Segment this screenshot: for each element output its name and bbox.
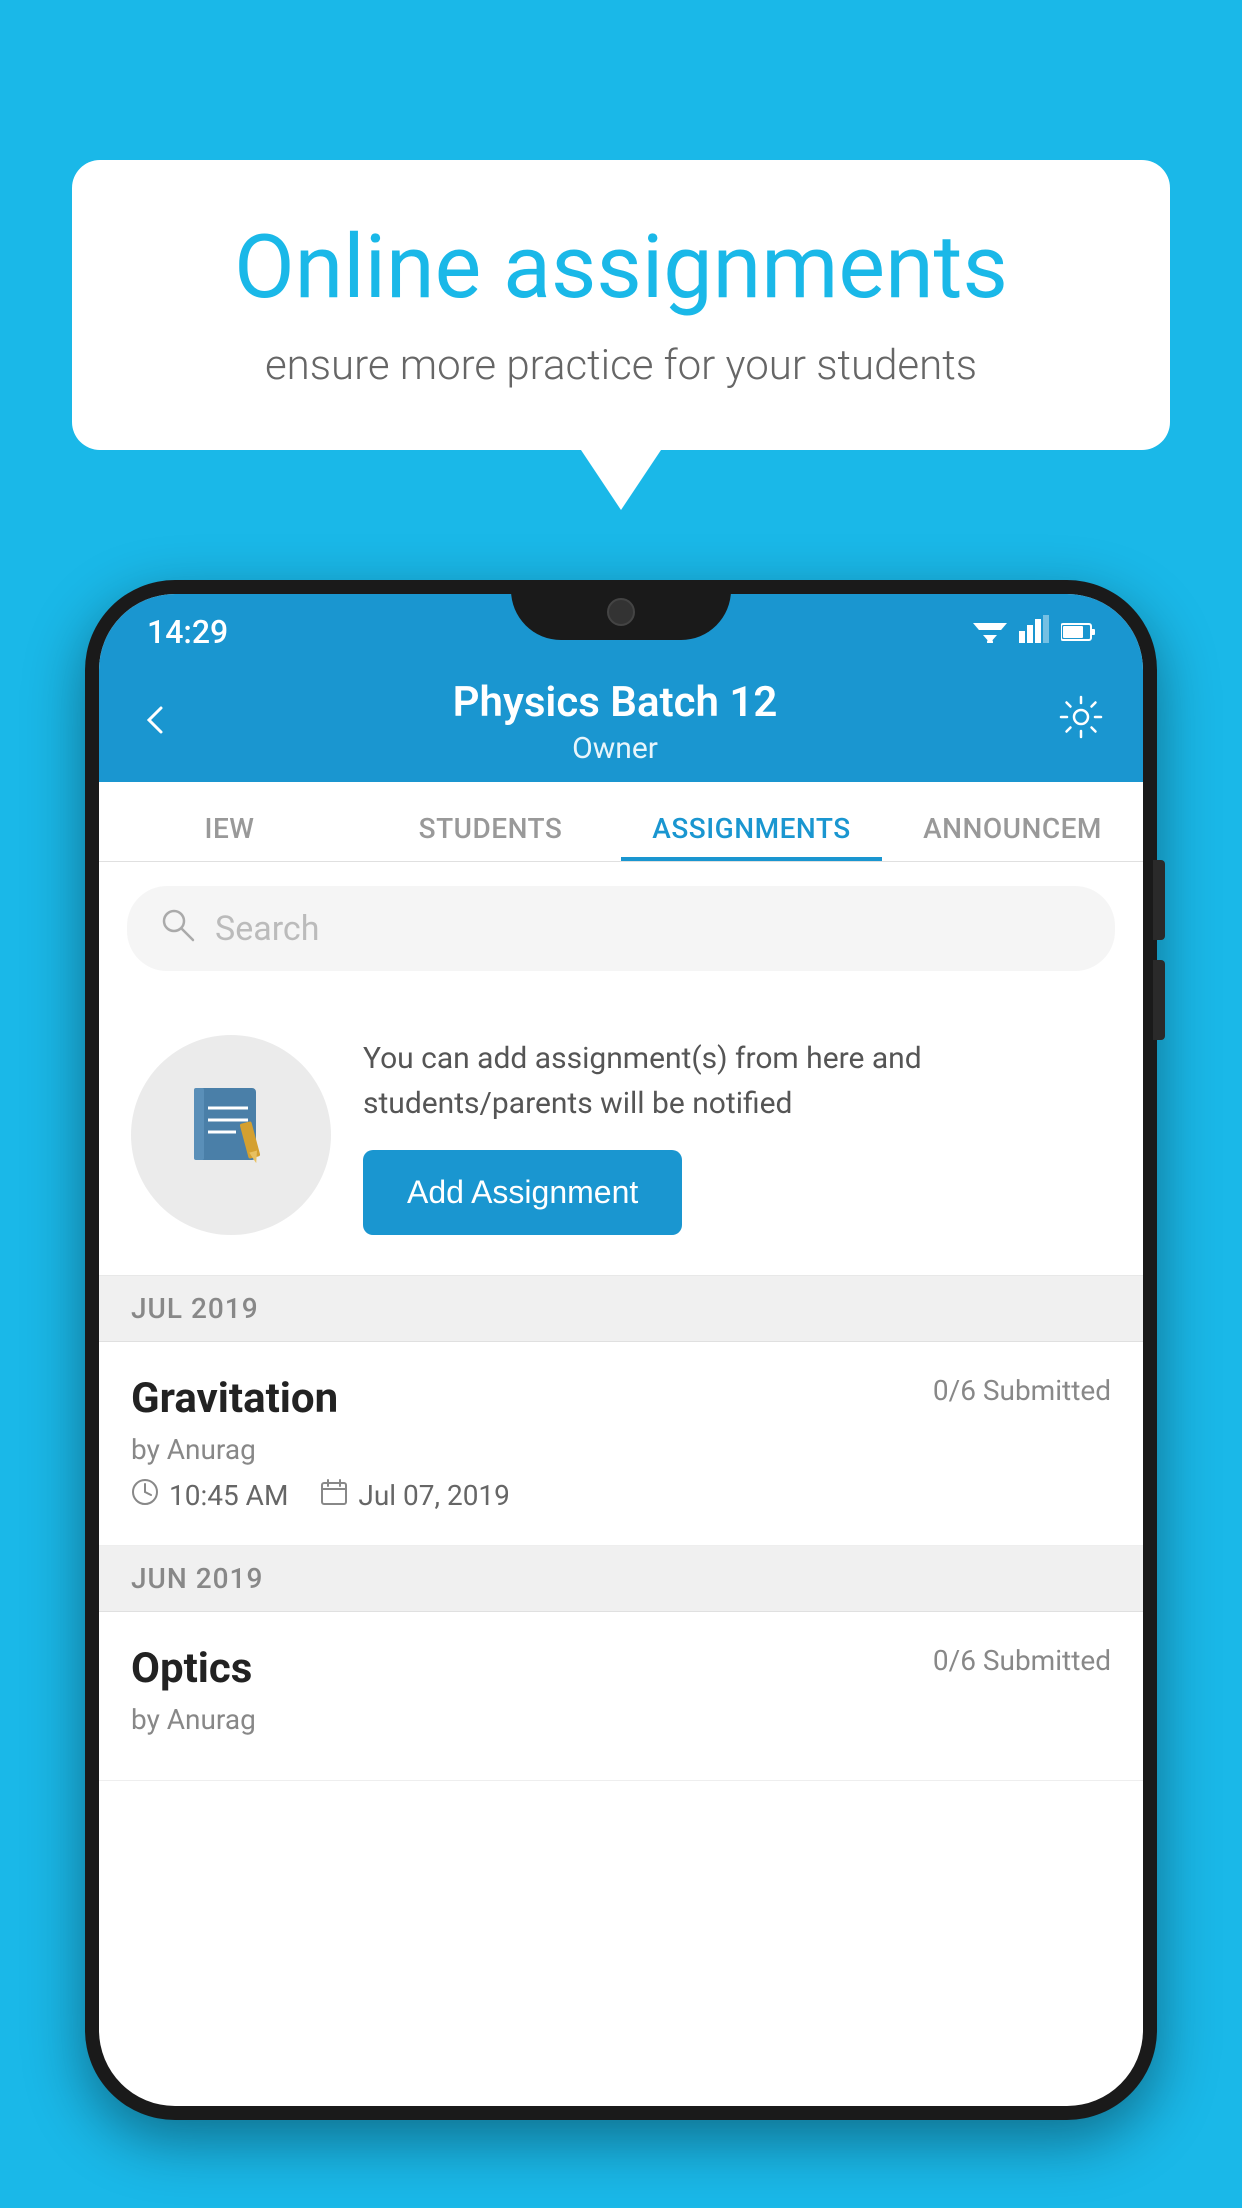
phone-screen: 14:29 (99, 594, 1143, 2106)
search-icon (159, 906, 195, 951)
tab-announcements[interactable]: ANNOUNCEM (882, 812, 1143, 861)
status-icons (973, 615, 1095, 650)
volume-down-button (1153, 960, 1165, 1040)
add-assignment-button[interactable]: Add Assignment (363, 1150, 682, 1235)
header-center: Physics Batch 12 Owner (453, 678, 778, 766)
assignment-row-top: Gravitation 0/6 Submitted (131, 1374, 1111, 1423)
signal-icon (1019, 615, 1049, 650)
assignment-author: by Anurag (131, 1433, 1111, 1466)
speech-bubble-card: Online assignments ensure more practice … (72, 160, 1170, 450)
tabs-container: IEW STUDENTS ASSIGNMENTS ANNOUNCEM (99, 782, 1143, 862)
tab-iew[interactable]: IEW (99, 812, 360, 861)
search-section: Search (99, 862, 1143, 995)
assignment-row-top-2: Optics 0/6 Submitted (131, 1644, 1111, 1693)
app-header: Physics Batch 12 Owner (99, 662, 1143, 782)
calendar-icon (320, 1478, 348, 1513)
assignment-date: Jul 07, 2019 (320, 1478, 510, 1513)
front-camera (607, 598, 635, 626)
month-separator-jul: JUL 2019 (99, 1276, 1143, 1342)
phone-notch (511, 580, 731, 640)
tab-assignments[interactable]: ASSIGNMENTS (621, 812, 882, 861)
assignment-item-optics[interactable]: Optics 0/6 Submitted by Anurag (99, 1612, 1143, 1781)
assignment-title: Gravitation (131, 1374, 338, 1423)
back-button[interactable] (139, 699, 171, 746)
status-time: 14:29 (147, 613, 228, 651)
month-separator-jun: JUN 2019 (99, 1546, 1143, 1612)
speech-bubble-subtitle: ensure more practice for your students (152, 341, 1090, 390)
assignment-submitted: 0/6 Submitted (933, 1374, 1111, 1407)
clock-icon (131, 1478, 159, 1513)
assignment-item-gravitation[interactable]: Gravitation 0/6 Submitted by Anurag (99, 1342, 1143, 1546)
assignment-time-value: 10:45 AM (169, 1479, 288, 1512)
wifi-icon (973, 615, 1007, 650)
speech-bubble-title: Online assignments (152, 220, 1090, 317)
speech-bubble-arrow (581, 450, 661, 510)
tab-students[interactable]: STUDENTS (360, 812, 621, 861)
assignment-title-2: Optics (131, 1644, 252, 1693)
assignment-date-value: Jul 07, 2019 (358, 1479, 510, 1512)
promo-icon-circle (131, 1035, 331, 1235)
phone-mockup: 14:29 (85, 580, 1157, 2208)
header-subtitle: Owner (453, 731, 778, 766)
volume-up-button (1153, 860, 1165, 940)
search-placeholder: Search (215, 909, 319, 949)
notebook-icon (186, 1080, 276, 1190)
assignment-author-2: by Anurag (131, 1703, 1111, 1736)
assignment-time: 10:45 AM (131, 1478, 288, 1513)
phone-outer: 14:29 (85, 580, 1157, 2120)
promo-section: You can add assignment(s) from here and … (99, 995, 1143, 1276)
settings-button[interactable] (1059, 695, 1103, 749)
assignment-meta: 10:45 AM Jul 07, 2019 (131, 1478, 1111, 1513)
promo-content: You can add assignment(s) from here and … (363, 1036, 1111, 1235)
speech-bubble-section: Online assignments ensure more practice … (72, 160, 1170, 510)
search-box[interactable]: Search (127, 886, 1115, 971)
promo-text: You can add assignment(s) from here and … (363, 1036, 1111, 1126)
header-title: Physics Batch 12 (453, 678, 778, 727)
battery-icon (1061, 616, 1095, 649)
assignment-submitted-2: 0/6 Submitted (933, 1644, 1111, 1677)
